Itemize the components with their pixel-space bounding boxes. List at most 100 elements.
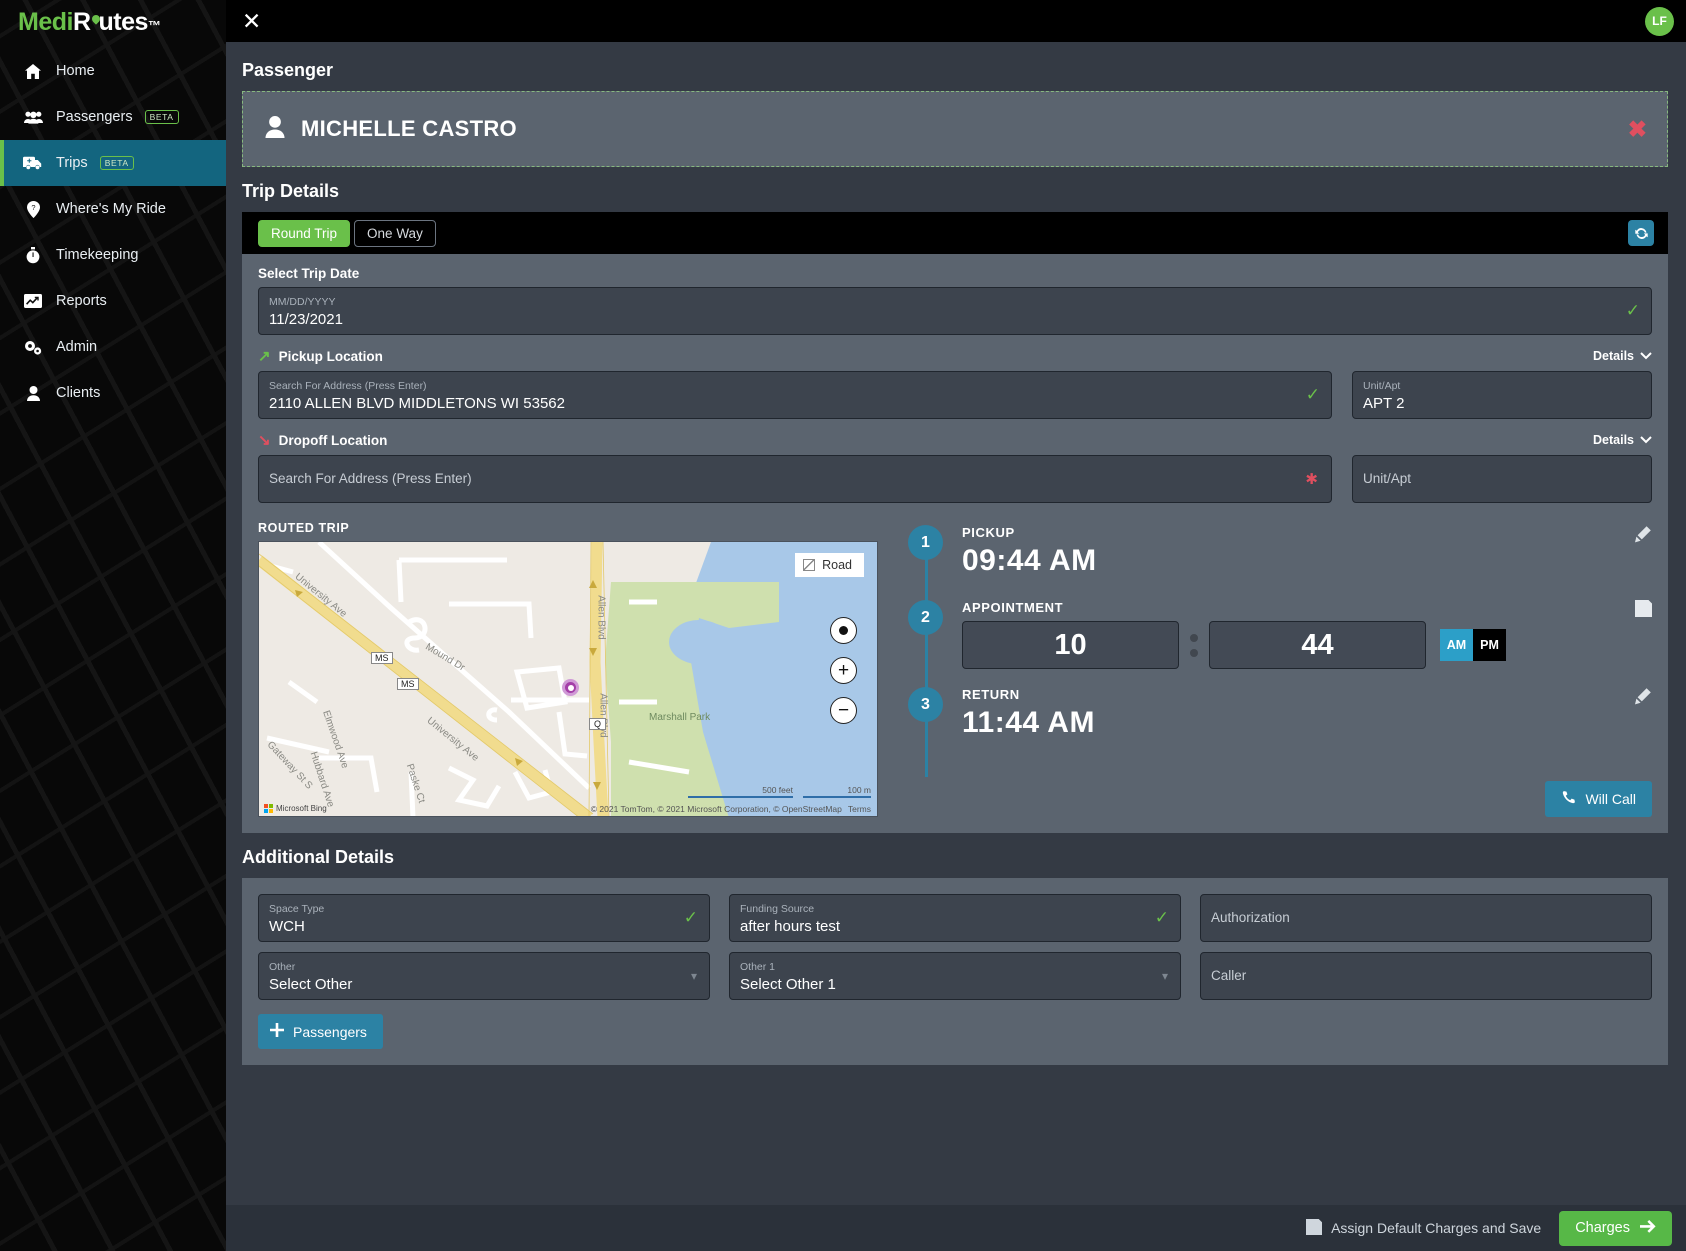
sidebar-item-label-admin: Admin xyxy=(56,339,98,355)
funding-source-input[interactable]: Funding Source after hours test ✓ xyxy=(729,894,1181,942)
trip-date-placeholder: MM/DD/YYYY xyxy=(269,296,336,308)
top-bar: ✕ LF xyxy=(226,0,1686,42)
other-value: Select Other xyxy=(269,976,353,993)
caller-input[interactable]: Caller xyxy=(1200,952,1652,1000)
charges-button[interactable]: Charges xyxy=(1559,1210,1672,1246)
dropoff-address-row: Search For Address (Press Enter) ✱ Unit/… xyxy=(258,455,1652,503)
sidebar-item-label-reports: Reports xyxy=(56,293,107,309)
appointment-time-label: APPOINTMENT xyxy=(962,600,1064,615)
other-1-select[interactable]: Other 1 Select Other 1 ▾ xyxy=(729,952,1181,1000)
dropoff-details-toggle[interactable]: Details xyxy=(1593,433,1652,447)
dropoff-unit-placeholder: Unit/Apt xyxy=(1363,471,1412,486)
sidebar-item-clients[interactable]: Clients xyxy=(0,370,226,416)
zoom-out-button[interactable]: − xyxy=(830,697,857,724)
additional-details-grid: Space Type WCH ✓ Funding Source after ho… xyxy=(258,894,1652,1000)
charges-label: Charges xyxy=(1575,1220,1630,1236)
sidebar-item-timekeeping[interactable]: Timekeeping xyxy=(0,232,226,278)
additional-details-panel: Space Type WCH ✓ Funding Source after ho… xyxy=(242,878,1668,1065)
timeline-step-number-2: 2 xyxy=(908,600,943,635)
brand-logo[interactable]: MediR utes™ xyxy=(0,0,226,44)
dropoff-unit-wrap: Unit/Apt xyxy=(1352,455,1652,503)
sidebar-item-label-timekeeping: Timekeeping xyxy=(56,247,139,263)
brand-trademark: ™ xyxy=(147,17,161,33)
timeline-step-appointment: 2 APPOINTMENT 10 44 AM PM xyxy=(908,600,1652,669)
other-select[interactable]: Other Select Other ▾ xyxy=(258,952,710,1000)
trip-details-title: Trip Details xyxy=(242,181,340,201)
pickup-details-toggle[interactable]: Details xyxy=(1593,349,1652,363)
van-icon xyxy=(22,156,44,170)
one-way-button[interactable]: One Way xyxy=(354,219,436,247)
chart-icon xyxy=(22,294,44,308)
pm-button[interactable]: PM xyxy=(1473,629,1506,661)
routed-trip-label: ROUTED TRIP xyxy=(258,521,350,535)
appointment-minute-input[interactable]: 44 xyxy=(1209,621,1426,669)
pickup-location-header: ↗ Pickup Location Details xyxy=(258,347,1652,365)
zoom-in-button[interactable]: + xyxy=(830,657,857,684)
sidebar-item-home[interactable]: Home xyxy=(0,48,226,94)
trip-date-input[interactable]: MM/DD/YYYY 11/23/2021 ✓ xyxy=(258,287,1652,335)
main-area: ✕ LF Passenger MICHELLE CASTRO ✖ Trip De… xyxy=(226,0,1686,1251)
sidebar-item-trips[interactable]: Trips BETA xyxy=(0,140,226,186)
sidebar-item-label-clients: Clients xyxy=(56,385,101,401)
map-label-allen-blvd-2: Allen Blvd xyxy=(597,693,609,738)
stopwatch-icon xyxy=(22,246,44,264)
sidebar-item-label-wheres-my-ride: Where's My Ride xyxy=(56,201,166,217)
round-trip-button[interactable]: Round Trip xyxy=(258,219,351,247)
authorization-input[interactable]: Authorization xyxy=(1200,894,1652,942)
sidebar-item-label-home: Home xyxy=(56,63,95,79)
plus-icon xyxy=(270,1023,284,1040)
map-pin-icon[interactable] xyxy=(562,679,579,696)
sidebar-nav: Home Passengers BETA Trips BETA ? Where'… xyxy=(0,48,226,416)
timeline-step-number-1: 1 xyxy=(908,525,943,560)
pickup-time-value: 09:44 AM xyxy=(962,544,1097,577)
funding-source-placeholder: Funding Source xyxy=(740,903,815,915)
authorization-placeholder: Authorization xyxy=(1211,910,1290,925)
return-row: RETURN 11:44 AM xyxy=(962,687,1652,740)
assign-default-charges-button[interactable]: Assign Default Charges and Save xyxy=(1306,1218,1541,1238)
locate-icon[interactable] xyxy=(830,617,857,644)
am-pm-toggle: AM PM xyxy=(1440,629,1506,661)
sidebar-item-label-trips: Trips xyxy=(56,155,88,171)
close-icon[interactable]: ✕ xyxy=(242,9,261,33)
pickup-time-label: PICKUP xyxy=(962,525,1015,540)
appointment-row: APPOINTMENT 10 44 AM PM xyxy=(962,600,1652,669)
dropoff-unit-input[interactable]: Unit/Apt xyxy=(1352,455,1652,503)
route-map[interactable]: University Ave Mound Dr University Ave E… xyxy=(258,541,878,817)
sidebar-item-passengers[interactable]: Passengers BETA xyxy=(0,94,226,140)
bottom-action-bar: Assign Default Charges and Save Charges xyxy=(226,1205,1686,1251)
dropoff-address-input[interactable]: Search For Address (Press Enter) ✱ xyxy=(258,455,1332,503)
map-type-label: Road xyxy=(822,558,852,572)
pickup-unit-input[interactable]: Unit/Apt APT 2 xyxy=(1352,371,1652,419)
space-type-input[interactable]: Space Type WCH ✓ xyxy=(258,894,710,942)
am-button[interactable]: AM xyxy=(1440,629,1473,661)
arrow-up-right-icon: ↗ xyxy=(258,348,271,365)
map-shield-ms-1: MS xyxy=(371,652,393,664)
sidebar-item-label-passengers: Passengers xyxy=(56,109,133,125)
return-time-label: RETURN xyxy=(962,687,1020,702)
map-type-selector[interactable]: Road xyxy=(795,553,864,577)
pickup-details-label: Details xyxy=(1593,349,1634,363)
passenger-card[interactable]: MICHELLE CASTRO ✖ xyxy=(242,91,1668,167)
map-layer-icon xyxy=(803,559,816,571)
chevron-down-icon xyxy=(1640,349,1652,363)
pencil-icon[interactable] xyxy=(1634,525,1652,548)
pencil-icon[interactable] xyxy=(1634,687,1652,710)
arrow-right-icon xyxy=(1640,1219,1656,1237)
save-icon[interactable] xyxy=(1635,600,1652,622)
trip-date-label: Select Trip Date xyxy=(258,266,360,281)
trip-date-value: 11/23/2021 xyxy=(269,311,343,328)
add-passengers-button[interactable]: Passengers xyxy=(258,1014,383,1049)
sidebar-item-admin[interactable]: Admin xyxy=(0,324,226,370)
sidebar-item-reports[interactable]: Reports xyxy=(0,278,226,324)
sidebar-item-wheres-my-ride[interactable]: ? Where's My Ride xyxy=(0,186,226,232)
remove-passenger-icon[interactable]: ✖ xyxy=(1628,117,1647,141)
refresh-icon[interactable] xyxy=(1628,220,1654,246)
pickup-address-input[interactable]: Search For Address (Press Enter) 2110 AL… xyxy=(258,371,1332,419)
save-icon xyxy=(1306,1218,1323,1238)
required-asterisk-icon: ✱ xyxy=(1305,471,1318,488)
dropoff-address-wrap: Search For Address (Press Enter) ✱ xyxy=(258,455,1332,503)
appointment-hour-input[interactable]: 10 xyxy=(962,621,1179,669)
map-terms-link[interactable]: Terms xyxy=(848,804,871,814)
avatar[interactable]: LF xyxy=(1645,6,1674,36)
will-call-button[interactable]: Will Call xyxy=(1545,781,1652,817)
